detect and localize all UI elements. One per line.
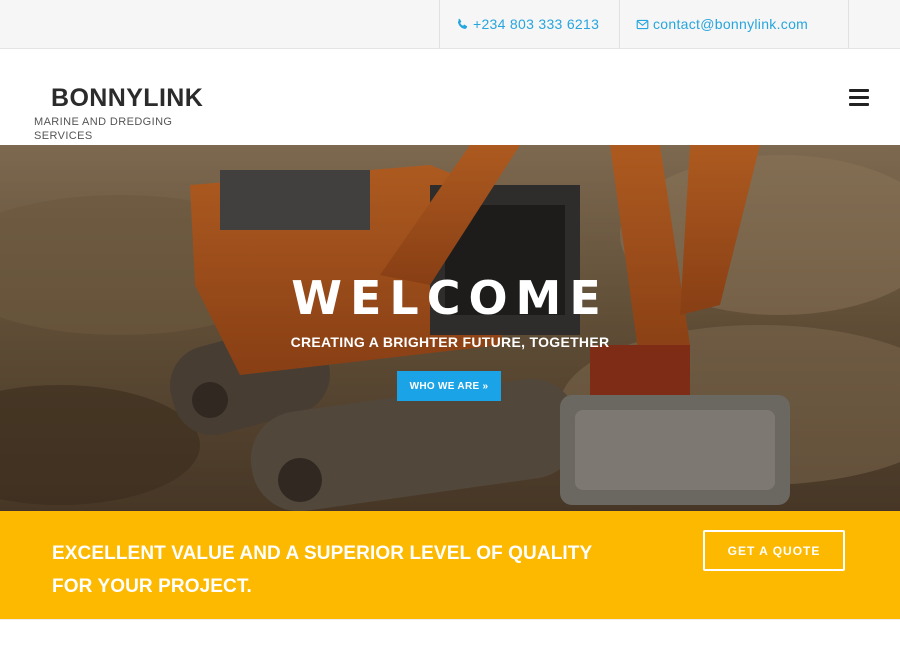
brand-name: BONNYLINK [51,84,204,112]
get-a-quote-button[interactable]: GET A QUOTE [703,530,845,571]
brand-tagline: MARINE AND DREDGING SERVICES [34,116,173,142]
hero-title: WELCOME [291,271,609,325]
hamburger-menu-icon[interactable] [849,89,869,107]
email-address: contact@bonnylink.com [653,16,809,32]
hero-section: WELCOME CREATING A BRIGHTER FUTURE, TOGE… [0,145,900,511]
envelope-icon [636,18,649,31]
top-contact-bar: +234 803 333 6213 contact@bonnylink.com [0,0,900,49]
brand-logo[interactable]: BONNYLINK MARINE AND DREDGING SERVICES [34,83,234,143]
banner-text: EXCELLENT VALUE AND A SUPERIOR LEVEL OF … [52,537,652,603]
email-link[interactable]: contact@bonnylink.com [619,0,849,48]
hero-subtitle: CREATING A BRIGHTER FUTURE, TOGETHER [290,334,610,350]
page-continuation [0,619,900,650]
quote-banner: EXCELLENT VALUE AND A SUPERIOR LEVEL OF … [0,511,900,619]
hero-overlay [0,145,900,511]
phone-link[interactable]: +234 803 333 6213 [439,0,619,48]
site-header: BONNYLINK MARINE AND DREDGING SERVICES [0,49,900,145]
who-we-are-button[interactable]: WHO WE ARE » [397,371,501,401]
banner-line-2: FOR YOUR PROJECT. [52,576,252,597]
phone-icon [456,18,469,31]
banner-line-1: EXCELLENT VALUE AND A SUPERIOR LEVEL OF … [52,543,593,564]
phone-number: +234 803 333 6213 [473,16,600,32]
